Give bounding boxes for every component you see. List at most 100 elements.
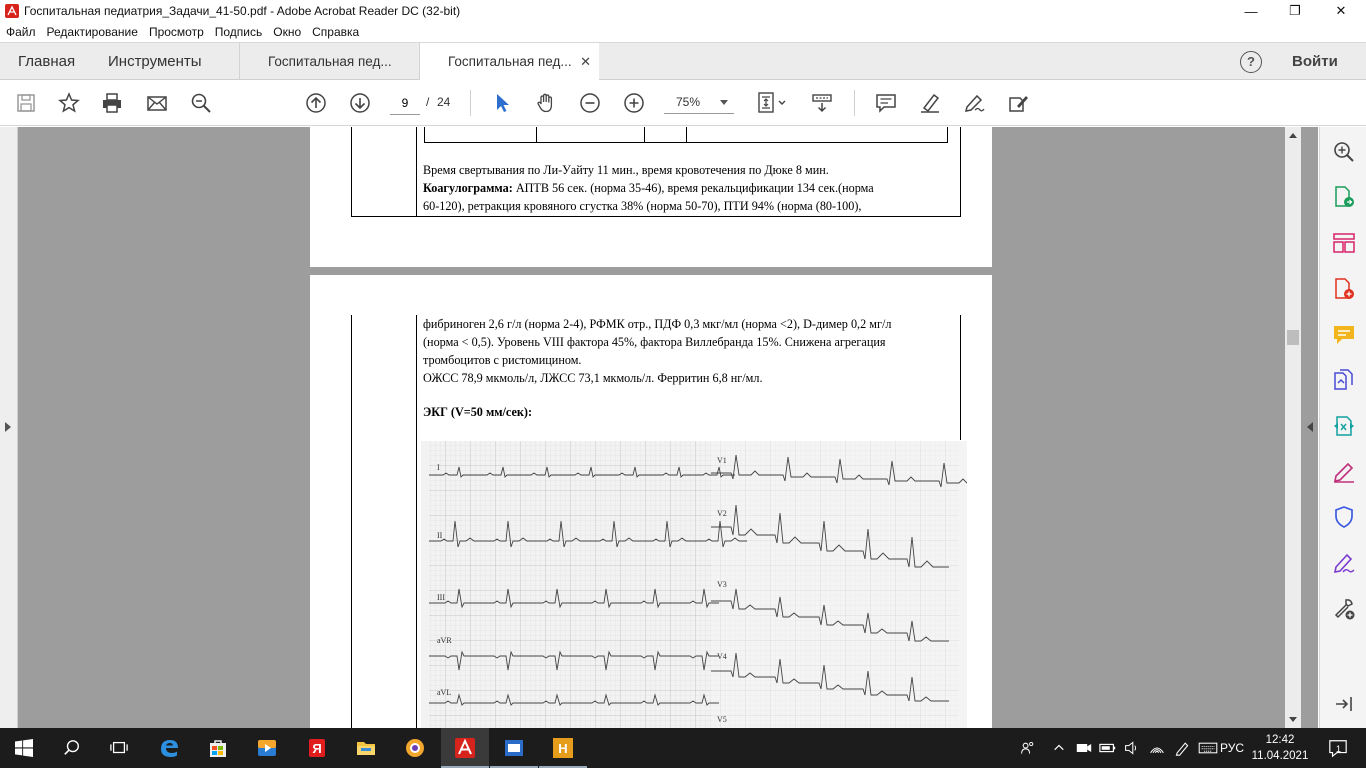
menu-view[interactable]: Просмотр: [149, 25, 204, 39]
menu-window[interactable]: Окно: [273, 25, 301, 39]
scroll-up-icon[interactable]: [1289, 133, 1297, 138]
save-icon[interactable]: [14, 91, 38, 115]
comment-tool-icon[interactable]: [1332, 323, 1356, 347]
menu-sign[interactable]: Подпись: [215, 25, 263, 39]
page-table-divider: [416, 127, 417, 217]
help-icon[interactable]: ?: [1240, 51, 1262, 73]
pdf-page-8: Время свертывания по Ли-Уайту 11 мин., в…: [310, 127, 992, 267]
ecg-lead-label: V4: [717, 652, 727, 661]
create-pdf-icon[interactable]: [1332, 277, 1356, 301]
page-text-block: Время свертывания по Ли-Уайту 11 мин., в…: [423, 161, 963, 215]
print-icon[interactable]: [100, 91, 124, 115]
tab-document-2[interactable]: Госпитальная пед... ✕: [419, 43, 599, 81]
task-view-icon[interactable]: [107, 736, 131, 760]
edit-pdf-icon[interactable]: [1332, 414, 1356, 438]
windows-start-icon[interactable]: [12, 736, 36, 760]
chevron-down-icon: [720, 100, 728, 105]
show-hidden-icons[interactable]: [1052, 736, 1066, 760]
zoom-out-icon[interactable]: [578, 91, 602, 115]
pen-tray-icon[interactable]: [1172, 736, 1192, 760]
left-panel-toggle[interactable]: [0, 127, 18, 728]
select-cursor-icon[interactable]: [490, 91, 514, 115]
collapse-pane-icon[interactable]: [1332, 692, 1356, 716]
ecg-lead-label: aVL: [437, 688, 451, 697]
battery-icon[interactable]: [1098, 736, 1118, 760]
ecg-title: ЭКГ (V=50 мм/сек):: [423, 405, 533, 419]
email-icon[interactable]: [145, 91, 169, 115]
yandex-browser-icon[interactable]: Я: [305, 736, 329, 760]
tab-tools[interactable]: Инструменты: [108, 43, 202, 80]
export-pdf-icon[interactable]: [1332, 185, 1356, 209]
zoom-in-icon[interactable]: [622, 91, 646, 115]
file-explorer-icon[interactable]: [354, 736, 378, 760]
sign-in-button[interactable]: Войти: [1292, 43, 1338, 80]
organize-pages-icon[interactable]: [1332, 231, 1356, 255]
fill-sign-tool-icon[interactable]: [1332, 460, 1356, 484]
right-pane-toggle[interactable]: [1302, 127, 1318, 728]
bookmark-star-icon[interactable]: [57, 91, 81, 115]
page-separator: /: [426, 95, 430, 109]
camera-tray-icon[interactable]: [1074, 736, 1094, 760]
page-table-divider: [416, 315, 417, 735]
people-icon[interactable]: [1016, 736, 1040, 760]
wifi-icon[interactable]: [1147, 736, 1167, 760]
zoom-select[interactable]: 75%: [664, 90, 734, 114]
volume-icon[interactable]: [1122, 736, 1142, 760]
text-line: тромбоцитов с ристомицином.: [423, 353, 582, 367]
maximize-button[interactable]: ❐: [1272, 0, 1318, 22]
menu-file[interactable]: Файл: [6, 25, 36, 39]
acrobat-app-icon: [5, 4, 19, 18]
protect-shield-icon[interactable]: [1332, 505, 1356, 529]
notes-app-icon[interactable]: H: [551, 736, 575, 760]
ecg-lead-label: V2: [717, 509, 727, 518]
page-table-border: [351, 315, 352, 735]
minimize-button[interactable]: —: [1228, 0, 1274, 22]
sign-pen-icon[interactable]: [962, 91, 986, 115]
scroll-mode-icon[interactable]: [810, 91, 834, 115]
taskbar-clock[interactable]: 12:42 11.04.2021: [1250, 732, 1310, 764]
clock-time: 12:42: [1265, 734, 1295, 746]
svg-text:Я: Я: [312, 741, 321, 756]
toolbar-divider: [470, 90, 471, 116]
language-indicator[interactable]: РУС: [1220, 728, 1244, 768]
highlight-pen-icon[interactable]: [918, 91, 942, 115]
scroll-down-icon[interactable]: [1289, 717, 1297, 722]
tab-bar: Главная Инструменты Госпитальная пед... …: [0, 42, 1366, 81]
close-tab-icon[interactable]: ✕: [580, 43, 591, 80]
acrobat-taskbar-icon[interactable]: [453, 736, 477, 760]
ecg-lead-label: V5: [717, 715, 727, 724]
clock-date: 11.04.2021: [1251, 750, 1309, 762]
more-tools-icon[interactable]: [1332, 597, 1356, 621]
request-signature-icon[interactable]: [1332, 551, 1356, 575]
menu-edit[interactable]: Редактирование: [47, 25, 138, 39]
comment-icon[interactable]: [874, 91, 898, 115]
tools-pane: [1319, 127, 1366, 728]
hand-tool-icon[interactable]: [534, 91, 558, 115]
tab-home[interactable]: Главная: [18, 43, 75, 80]
document-viewer-icon[interactable]: [502, 736, 526, 760]
next-page-icon[interactable]: [348, 91, 372, 115]
text-line: ОЖСС 78,9 мкмоль/л, ЛЖСС 73,1 мкмоль/л. …: [423, 371, 763, 385]
edge-browser-icon[interactable]: [157, 736, 181, 760]
media-player-icon[interactable]: [255, 736, 279, 760]
fill-sign-icon[interactable]: [1006, 91, 1030, 115]
close-window-button[interactable]: ✕: [1318, 0, 1364, 22]
page-number-input[interactable]: [390, 91, 420, 115]
tab-document-1[interactable]: Госпитальная пед...: [239, 43, 419, 80]
previous-page-icon[interactable]: [304, 91, 328, 115]
vertical-scrollbar[interactable]: [1285, 127, 1301, 728]
keyboard-icon[interactable]: [1196, 736, 1220, 760]
zoom-search-icon[interactable]: [1332, 140, 1356, 164]
browser-shield-icon[interactable]: [403, 736, 427, 760]
ecg-lead-label: I: [437, 463, 440, 472]
scroll-thumb[interactable]: [1287, 330, 1299, 345]
menu-bar: Файл Редактирование Просмотр Подпись Окн…: [0, 22, 1366, 42]
menu-help[interactable]: Справка: [312, 25, 359, 39]
combine-files-icon[interactable]: [1332, 368, 1356, 392]
search-icon[interactable]: [189, 91, 213, 115]
text-line: (норма < 0,5). Уровень VIII фактора 45%,…: [423, 335, 886, 349]
page-fit-icon[interactable]: [756, 91, 788, 115]
ecg-lead-label: III: [437, 593, 445, 602]
taskbar-search-icon[interactable]: [60, 736, 84, 760]
store-icon[interactable]: [206, 736, 230, 760]
